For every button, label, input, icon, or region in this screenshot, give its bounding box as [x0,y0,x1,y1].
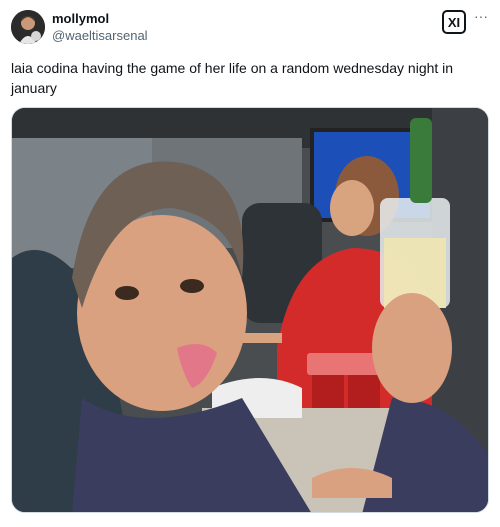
tweet-text: laia codina having the game of her life … [11,60,454,96]
xi-badge-icon: XI [442,10,466,34]
more-dots-icon[interactable]: ··· [474,8,492,24]
user-handle[interactable]: @waeltisarsenal [52,28,148,44]
tweet-media[interactable] [11,107,489,513]
tweet-card: mollymol @waeltisarsenal XI ··· laia cod… [0,0,500,527]
avatar-image [11,10,45,44]
avatar[interactable] [11,10,45,44]
media-photo [12,108,488,512]
display-name[interactable]: mollymol [52,11,109,27]
badge-label: XI [447,14,461,30]
